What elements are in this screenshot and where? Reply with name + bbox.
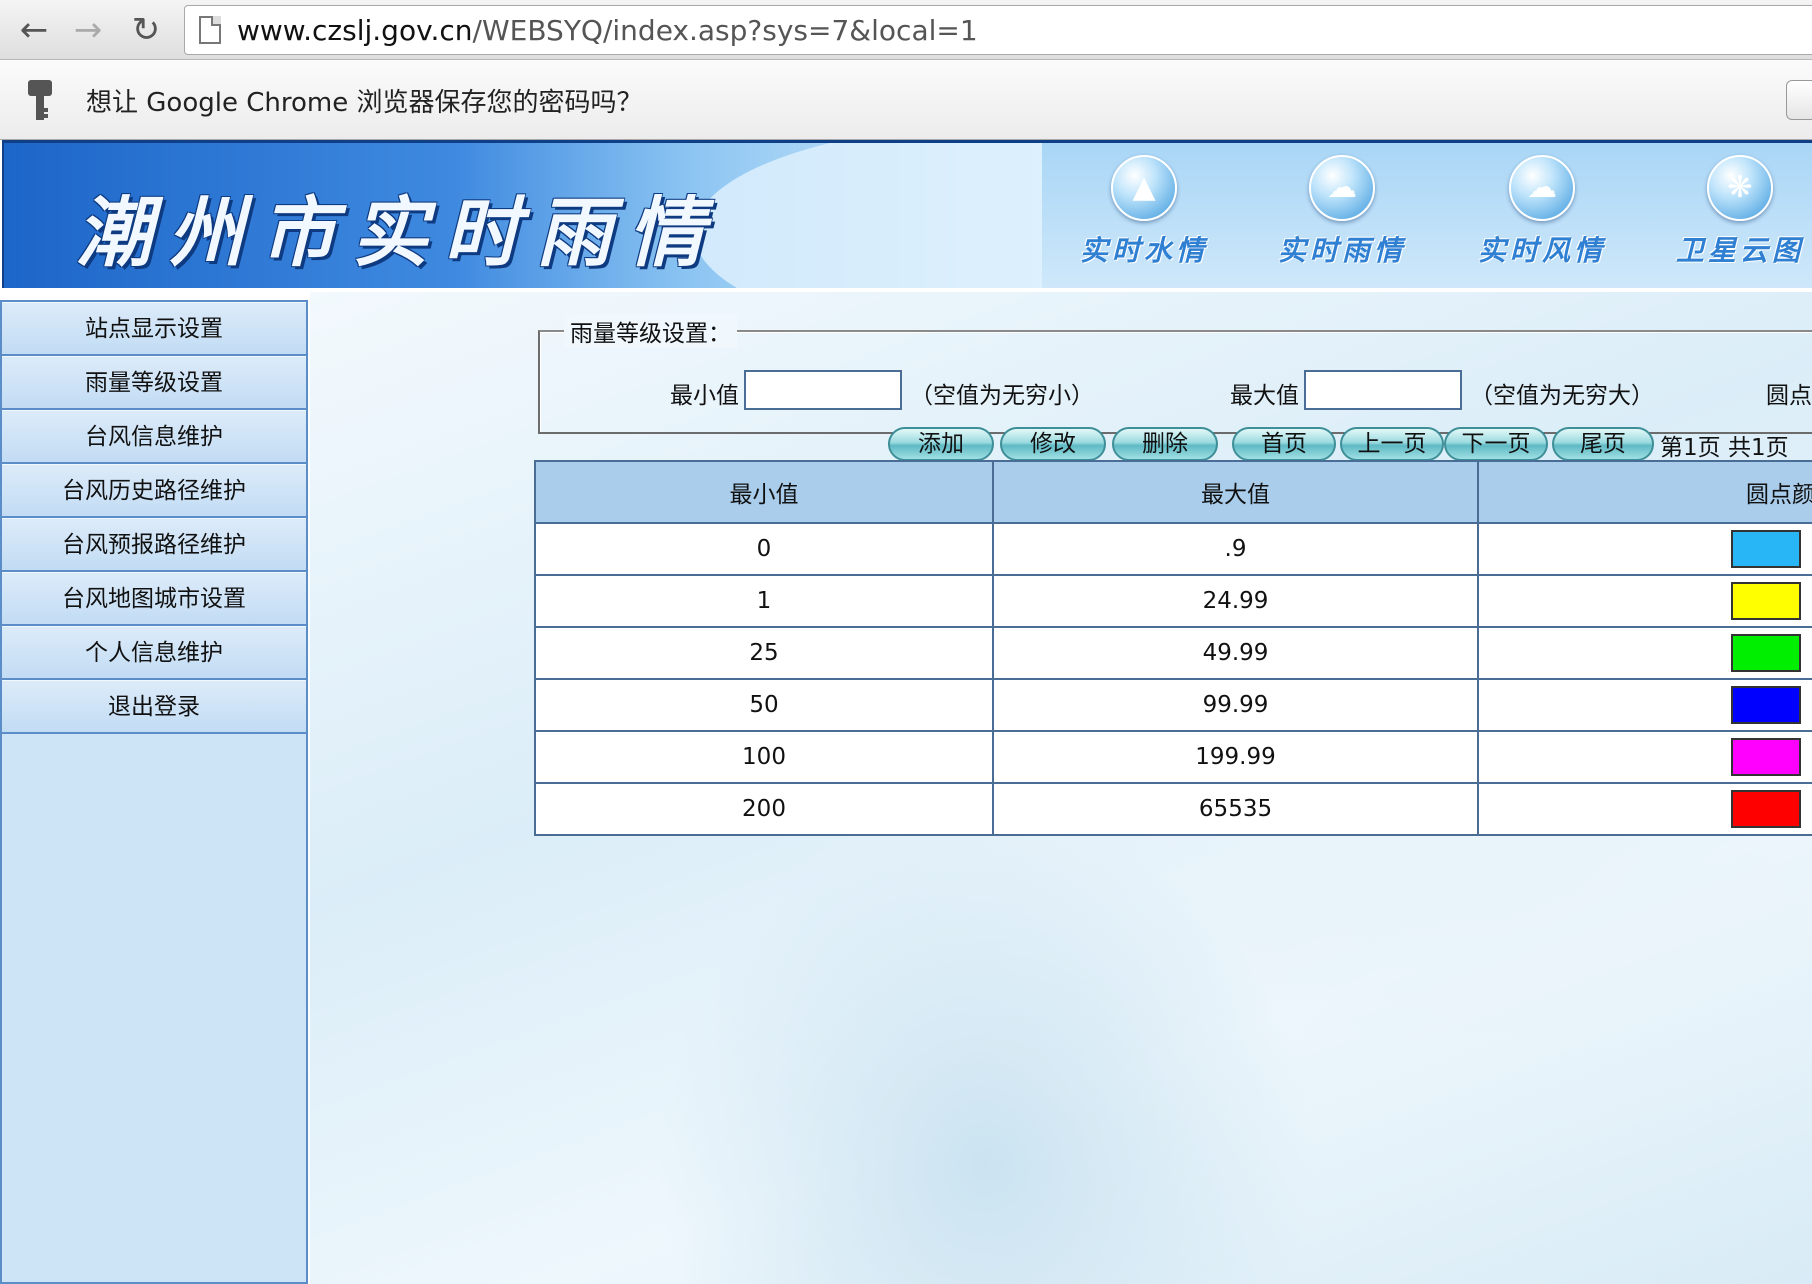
first-page-button[interactable]: 首页 bbox=[1232, 427, 1336, 461]
table-row[interactable]: 1 24.99 bbox=[534, 574, 1812, 628]
satellite-swirl-icon: ❋ bbox=[1707, 155, 1773, 221]
infobar-message: 想让 Google Chrome 浏览器保存您的密码吗？ bbox=[86, 88, 643, 118]
forward-arrow-icon[interactable]: → bbox=[66, 8, 110, 52]
color-swatch bbox=[1730, 634, 1801, 672]
min-value-input[interactable] bbox=[744, 370, 902, 410]
form-legend: 雨量等级设置： bbox=[564, 314, 737, 348]
cell-min: 100 bbox=[534, 730, 994, 784]
min-label: 最小值 bbox=[670, 383, 739, 409]
cell-min: 200 bbox=[534, 782, 994, 836]
cell-max: 24.99 bbox=[991, 574, 1480, 628]
cell-min: 1 bbox=[534, 574, 994, 628]
sidebar-item-typhoon-info[interactable]: 台风信息维护 bbox=[2, 410, 306, 464]
top-nav-wind[interactable]: ☁ 实时风情 bbox=[1462, 155, 1622, 275]
color-label: 圆点 bbox=[1766, 383, 1812, 409]
delete-button[interactable]: 删除 bbox=[1112, 427, 1218, 461]
table-row[interactable]: 50 99.99 bbox=[534, 678, 1812, 732]
min-hint: （空值为无穷小） bbox=[910, 383, 1094, 409]
sidebar-menu: 站点显示设置 雨量等级设置 台风信息维护 台风历史路径维护 台风预报路径维护 台… bbox=[0, 300, 308, 1284]
next-page-button[interactable]: 下一页 bbox=[1444, 427, 1548, 461]
sidebar-item-typhoon-history[interactable]: 台风历史路径维护 bbox=[2, 464, 306, 518]
cell-color bbox=[1477, 782, 1812, 836]
sidebar-item-rainfall-grade[interactable]: 雨量等级设置 bbox=[2, 356, 306, 410]
max-label: 最大值 bbox=[1230, 383, 1299, 409]
top-nav-label: 卫星云图 bbox=[1675, 234, 1804, 267]
header-color: 圆点颜 bbox=[1477, 460, 1812, 524]
rainfall-grade-form: 雨量等级设置： 最小值 （空值为无穷小） 最大值 （空值为无穷大） 圆点 bbox=[538, 314, 1812, 434]
rainfall-grade-table: 最小值 最大值 圆点颜 0 .9 1 24.99 25 49.99 50 99.… bbox=[534, 460, 1812, 836]
max-hint: （空值为无穷大） bbox=[1470, 383, 1654, 409]
address-bar[interactable]: www.czslj.gov.cn/WEBSYQ/index.asp?sys=7&… bbox=[184, 5, 1812, 55]
site-banner: 潮州市实时雨情 ▲ 实时水情 ☁ 实时雨情 ☁ 实时风情 ❋ 卫星云图 bbox=[2, 140, 1812, 288]
sidebar-item-logout[interactable]: 退出登录 bbox=[2, 680, 306, 734]
mountain-water-icon: ▲ bbox=[1111, 155, 1177, 221]
url-domain: www.czslj.gov.cn bbox=[237, 13, 473, 47]
color-swatch bbox=[1730, 582, 1801, 620]
table-row[interactable]: 0 .9 bbox=[534, 522, 1812, 576]
cell-color bbox=[1477, 730, 1812, 784]
header-max: 最大值 bbox=[991, 460, 1480, 524]
color-swatch bbox=[1730, 738, 1801, 776]
cell-max: 65535 bbox=[991, 782, 1480, 836]
header-min: 最小值 bbox=[534, 460, 994, 524]
top-nav-label: 实时雨情 bbox=[1277, 234, 1406, 267]
table-row[interactable]: 200 65535 bbox=[534, 782, 1812, 836]
sidebar-item-typhoon-map-city[interactable]: 台风地图城市设置 bbox=[2, 572, 306, 626]
prev-page-button[interactable]: 上一页 bbox=[1340, 427, 1444, 461]
color-swatch bbox=[1730, 686, 1801, 724]
table-row[interactable]: 25 49.99 bbox=[534, 626, 1812, 680]
sidebar-item-typhoon-forecast[interactable]: 台风预报路径维护 bbox=[2, 518, 306, 572]
header-color-label: 圆点颜 bbox=[1746, 482, 1812, 508]
cell-min: 50 bbox=[534, 678, 994, 732]
cell-max: 199.99 bbox=[991, 730, 1480, 784]
cell-color bbox=[1477, 678, 1812, 732]
url-path: /WEBSYQ/index.asp?sys=7&local=1 bbox=[472, 13, 978, 47]
color-swatch bbox=[1730, 530, 1801, 568]
cell-color bbox=[1477, 574, 1812, 628]
wind-cloud-icon: ☁ bbox=[1509, 155, 1575, 221]
key-icon bbox=[28, 80, 52, 120]
max-value-input[interactable] bbox=[1304, 370, 1462, 410]
last-page-button[interactable]: 尾页 bbox=[1552, 427, 1654, 461]
password-infobar: 想让 Google Chrome 浏览器保存您的密码吗？ bbox=[0, 60, 1812, 140]
rain-cloud-icon: ☁ bbox=[1309, 155, 1375, 221]
top-nav-satellite[interactable]: ❋ 卫星云图 bbox=[1660, 155, 1812, 275]
color-swatch bbox=[1730, 790, 1801, 828]
cell-color bbox=[1477, 522, 1812, 576]
sidebar-item-personal-info[interactable]: 个人信息维护 bbox=[2, 626, 306, 680]
top-nav-water[interactable]: ▲ 实时水情 bbox=[1064, 155, 1224, 275]
table-header-row: 最小值 最大值 圆点颜 bbox=[534, 460, 1812, 524]
cell-max: .9 bbox=[991, 522, 1480, 576]
edit-button[interactable]: 修改 bbox=[1000, 427, 1106, 461]
add-button[interactable]: 添加 bbox=[888, 427, 994, 461]
cell-max: 49.99 bbox=[991, 626, 1480, 680]
page-icon bbox=[199, 16, 221, 44]
top-nav-label: 实时风情 bbox=[1477, 234, 1606, 267]
site-title: 潮州市实时雨情 bbox=[76, 188, 720, 277]
cell-max: 99.99 bbox=[991, 678, 1480, 732]
pager-info: 第1页 共1页 bbox=[1660, 435, 1789, 461]
cell-min: 0 bbox=[534, 522, 994, 576]
top-nav-label: 实时水情 bbox=[1079, 234, 1208, 267]
back-arrow-icon[interactable]: ← bbox=[12, 8, 56, 52]
cell-min: 25 bbox=[534, 626, 994, 680]
table-row[interactable]: 100 199.99 bbox=[534, 730, 1812, 784]
cell-color bbox=[1477, 626, 1812, 680]
sidebar-item-station-display[interactable]: 站点显示设置 bbox=[2, 302, 306, 356]
reload-icon[interactable]: ↻ bbox=[124, 8, 168, 52]
infobar-save-button[interactable] bbox=[1786, 80, 1812, 120]
browser-toolbar: ← → ↻ www.czslj.gov.cn/WEBSYQ/index.asp?… bbox=[0, 0, 1812, 60]
top-nav-rain[interactable]: ☁ 实时雨情 bbox=[1262, 155, 1422, 275]
